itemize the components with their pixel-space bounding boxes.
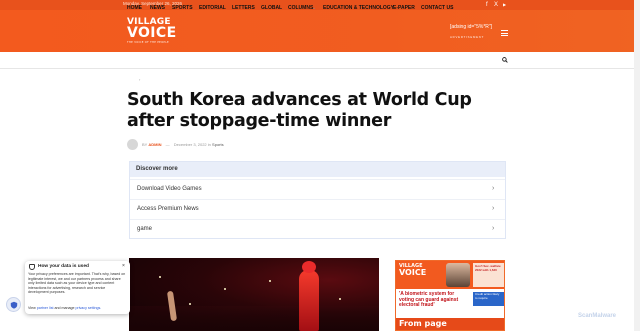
logo-line2: VOICE	[127, 25, 177, 41]
epaper-logo: VILLAGE VOICE	[399, 264, 426, 277]
nav-epaper[interactable]: E-PAPER	[393, 5, 415, 11]
chevron-right-icon: ›	[492, 225, 495, 232]
epaper-box: Credit action likely to require	[473, 292, 504, 306]
nav-sports[interactable]: SPORTS	[172, 5, 193, 11]
discover-item-label: Access Premium News	[137, 206, 199, 212]
logo-tagline: THE VOICE OF THE PEOPLE	[127, 41, 169, 44]
article-hero-image	[129, 258, 379, 331]
privacy-shield-button[interactable]	[6, 297, 21, 312]
nav-columns[interactable]: COLUMNS	[288, 5, 313, 11]
menu-icon[interactable]	[501, 30, 508, 37]
partner-list-link[interactable]: partner list	[37, 306, 54, 310]
epaper-headline: 'A biometric system for voting can guard…	[399, 291, 459, 309]
discover-item-label: Download Video Games	[137, 186, 202, 192]
search-icon[interactable]	[502, 57, 508, 63]
author-avatar[interactable]	[127, 139, 138, 150]
privacy-title: How your data is used	[38, 264, 89, 269]
discover-heading: Discover more	[130, 162, 505, 177]
epaper-side-text: Gov't Sec. welfare 2022 with 1,640	[473, 263, 504, 287]
in-label: in	[207, 142, 211, 147]
epaper-cover[interactable]: VILLAGE VOICE Gov't Sec. welfare 2022 wi…	[395, 260, 505, 331]
nav-news[interactable]: NEWS	[150, 5, 165, 11]
chevron-right-icon: ›	[492, 185, 495, 192]
by-label: BY	[142, 142, 148, 147]
privacy-links: View partner list and manage privacy set…	[28, 306, 101, 310]
privacy-settings-link[interactable]: privacy settings.	[76, 306, 102, 310]
discover-more-box: Discover more Download Video Games › Acc…	[129, 161, 506, 239]
top-strip	[0, 0, 640, 10]
nav-editorial[interactable]: EDITORIAL	[199, 5, 226, 11]
chevron-right-icon: ›	[492, 205, 495, 212]
ad-label: ADVERTISEMENT	[450, 35, 485, 39]
discover-item-label: game	[137, 226, 153, 232]
category-link[interactable]: Sports	[212, 142, 224, 147]
privacy-link-mid: and manage	[54, 306, 75, 310]
scanmalware-watermark: ScanMalware	[578, 313, 617, 319]
privacy-body: Your privacy preferences are important. …	[28, 272, 126, 294]
shield-icon	[29, 264, 35, 270]
epaper-bottom-headline: From page	[396, 318, 504, 330]
site-logo[interactable]: VILLAGE VOICE THE VOICE OF THE PEOPLE	[127, 18, 177, 45]
privacy-notice: How your data is used × Your privacy pre…	[25, 261, 130, 314]
youtube-icon[interactable]: ▶	[503, 1, 506, 9]
author-link[interactable]: ADMIN	[148, 142, 161, 147]
close-icon[interactable]: ×	[122, 263, 125, 269]
article-date: December 3, 2022	[173, 142, 207, 147]
nav-home[interactable]: HOME	[127, 5, 142, 11]
chevron-down-icon[interactable]: ⌄	[312, 5, 316, 11]
discover-item[interactable]: game ›	[130, 219, 505, 239]
site-header	[0, 10, 640, 52]
scrollbar[interactable]	[634, 0, 640, 331]
article-title: South Korea advances at World Cup after …	[127, 90, 472, 131]
ad-code: [adsing id="5%*R"]	[450, 24, 493, 30]
nav-education-technology[interactable]: EDUCATION & TECHNOLOGY	[323, 5, 394, 11]
main-nav	[0, 52, 640, 69]
discover-item[interactable]: Access Premium News ›	[130, 199, 505, 219]
nav-global[interactable]: GLOBAL	[261, 5, 282, 11]
nav-contact[interactable]: CONTACT US	[421, 5, 453, 11]
epaper-logo-line2: VOICE	[399, 268, 427, 277]
discover-item[interactable]: Download Video Games ›	[130, 179, 505, 199]
nav-letters[interactable]: LETTERS	[232, 5, 255, 11]
breadcrumb[interactable]: ›	[139, 77, 140, 82]
facebook-icon[interactable]: f	[486, 1, 488, 9]
shield-icon	[10, 301, 18, 309]
epaper-photo	[446, 263, 470, 287]
privacy-link-prefix: View	[28, 306, 36, 310]
x-icon[interactable]: X	[494, 1, 498, 9]
header-ad: [adsing id="5%*R"] ADVERTISEMENT	[450, 24, 492, 39]
